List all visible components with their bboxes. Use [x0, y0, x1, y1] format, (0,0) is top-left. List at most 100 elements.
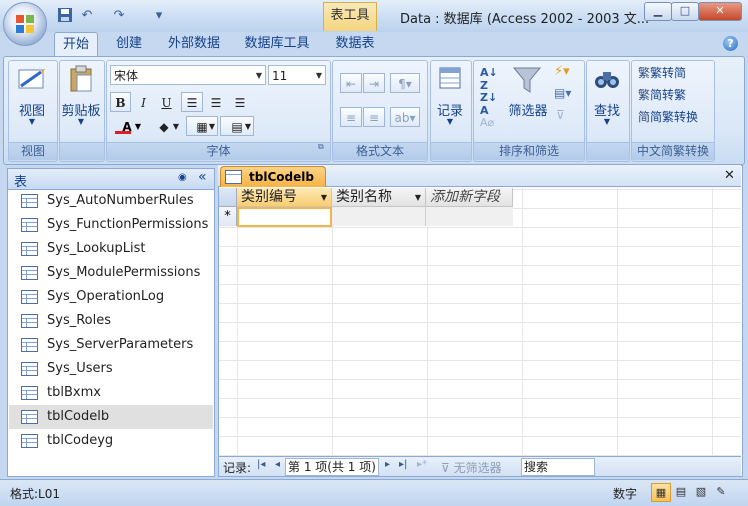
bullet-list-icon[interactable]: ≡: [363, 107, 385, 127]
nav-item-selected[interactable]: tblCodelb: [9, 405, 213, 429]
filter-status-label: 无筛选器: [453, 461, 502, 475]
nav-item[interactable]: tblBxmx: [9, 381, 213, 405]
office-button[interactable]: [4, 3, 46, 45]
decrease-indent-icon[interactable]: ⇤: [340, 73, 362, 93]
italic-button[interactable]: I: [133, 92, 154, 112]
tab-database-tools[interactable]: 数据库工具: [238, 32, 316, 56]
sort-descending-icon[interactable]: Z↓ A: [480, 91, 497, 117]
nav-item[interactable]: Sys_Roles: [9, 309, 213, 333]
document-tab[interactable]: tblCodelb: [220, 166, 326, 187]
office-logo-icon: [16, 15, 34, 33]
text-direction-icon[interactable]: ¶▾: [390, 73, 420, 93]
active-cell[interactable]: [237, 207, 332, 227]
filter-status-icon: ⊽: [441, 461, 450, 475]
align-right-icon[interactable]: ☰: [229, 92, 251, 112]
sort-ascending-icon[interactable]: A↓ Z: [480, 66, 498, 92]
previous-record-icon[interactable]: ◂: [275, 459, 280, 470]
nav-item[interactable]: Sys_LookupList: [9, 237, 213, 261]
context-tab-table-tools: 表工具: [323, 2, 377, 31]
font-color-icon[interactable]: A ▼: [110, 116, 144, 136]
chinese-convert-button[interactable]: 简简繁转换: [638, 108, 698, 125]
font-size-value: 11: [272, 69, 288, 83]
customize-qat-icon[interactable]: ▾: [150, 7, 168, 25]
view-dropdown-icon[interactable]: ▼: [8, 117, 56, 126]
last-record-icon[interactable]: ▸|: [399, 459, 407, 470]
traditional-to-simplified-label: 繁转简: [650, 66, 687, 80]
tab-datasheet[interactable]: 数据表: [328, 32, 382, 56]
tab-create[interactable]: 创建: [108, 32, 150, 56]
save-icon[interactable]: [56, 7, 74, 25]
numbered-list-icon[interactable]: ≡: [340, 107, 362, 127]
tab-home[interactable]: 开始: [54, 32, 98, 57]
nav-item[interactable]: Sys_AutoNumberRules: [9, 189, 213, 213]
nav-item[interactable]: Sys_FunctionPermissions: [9, 213, 213, 237]
status-text: 格式:L01: [10, 487, 60, 501]
table-icon: [21, 338, 38, 352]
chevron-down-icon[interactable]: ▼: [321, 188, 327, 207]
help-icon[interactable]: ?: [723, 36, 738, 51]
maximize-button[interactable]: □: [671, 2, 699, 21]
record-position-input[interactable]: 第 1 项(共 1 项): [285, 458, 379, 476]
find-dropdown-icon[interactable]: ▼: [586, 117, 628, 126]
align-center-icon[interactable]: ☰: [205, 92, 227, 112]
toggle-filter-icon[interactable]: ⊽: [556, 108, 565, 122]
nav-item[interactable]: Sys_Users: [9, 357, 213, 381]
font-size-select[interactable]: 11 ▼: [268, 65, 326, 85]
close-document-icon[interactable]: ✕: [724, 168, 735, 183]
design-view-icon[interactable]: ✎: [712, 483, 730, 500]
font-dialog-launcher-icon[interactable]: ⧉: [318, 142, 324, 152]
bold-button[interactable]: B: [110, 92, 131, 112]
new-record-selector[interactable]: *: [219, 207, 237, 226]
pivot-table-view-icon[interactable]: ▤: [672, 483, 690, 500]
nav-pane-menu-icon[interactable]: ◉: [178, 172, 187, 183]
column-header[interactable]: 类别编号 ▼: [237, 188, 332, 207]
first-record-icon[interactable]: |◂: [257, 459, 265, 470]
next-record-icon[interactable]: ▸: [385, 459, 390, 470]
close-window-button[interactable]: ✕: [698, 2, 742, 21]
nav-pane-header[interactable]: 表 ◉ «: [7, 168, 215, 190]
font-family-select[interactable]: 宋体 ▼: [110, 65, 266, 85]
underline-button[interactable]: U: [156, 92, 177, 112]
simplified-to-traditional-button[interactable]: 繁简转繁: [638, 86, 686, 103]
undo-icon[interactable]: ↶: [78, 7, 96, 25]
view-icon[interactable]: [16, 64, 48, 94]
nav-item[interactable]: Sys_ModulePermissions: [9, 261, 213, 285]
clipboard-dropdown-icon[interactable]: ▼: [59, 117, 103, 126]
nav-item[interactable]: Sys_OperationLog: [9, 285, 213, 309]
add-field-header[interactable]: 添加新字段: [426, 188, 513, 207]
chevron-down-icon[interactable]: ▼: [415, 188, 421, 207]
filter-status[interactable]: ⊽ 无筛选器: [441, 459, 502, 476]
records-icon[interactable]: [439, 66, 461, 90]
alternate-fill-icon[interactable]: ▤ ▼: [220, 116, 254, 136]
redo-icon[interactable]: ↷: [110, 7, 128, 25]
nav-item[interactable]: tblCodeyg: [9, 429, 213, 453]
paste-icon[interactable]: [67, 64, 95, 94]
align-left-icon[interactable]: ☰: [181, 92, 203, 112]
increase-indent-icon[interactable]: ⇥: [363, 73, 385, 93]
search-input[interactable]: 搜索: [521, 458, 595, 476]
advanced-filter-icon[interactable]: ▤▾: [554, 86, 571, 100]
datasheet-view-icon[interactable]: ▦: [651, 483, 671, 502]
select-all-corner[interactable]: [219, 188, 237, 207]
gridlines-icon[interactable]: ▦ ▼: [186, 116, 218, 136]
datasheet-grid[interactable]: [219, 188, 741, 456]
chevron-down-icon: ▼: [255, 71, 262, 80]
filter-icon[interactable]: [512, 66, 542, 94]
tab-external-data[interactable]: 外部数据: [162, 32, 226, 56]
clear-sort-icon[interactable]: A⌀: [480, 116, 494, 129]
traditional-to-simplified-button[interactable]: 繁繁转简: [638, 64, 686, 81]
selection-filter-icon[interactable]: ⚡▾: [554, 64, 570, 79]
records-dropdown-icon[interactable]: ▼: [430, 117, 470, 126]
new-row-cell[interactable]: [332, 207, 426, 226]
collapse-nav-icon[interactable]: «: [198, 169, 207, 185]
binoculars-icon[interactable]: [594, 66, 620, 92]
highlight-icon[interactable]: ab▾: [390, 107, 420, 127]
nav-item[interactable]: Sys_ServerParameters: [9, 333, 213, 357]
pivot-chart-view-icon[interactable]: ▧: [692, 483, 710, 500]
new-row-cell[interactable]: [426, 207, 513, 226]
fill-color-icon[interactable]: ◆ ▼: [146, 116, 182, 136]
minimize-button[interactable]: ▁: [644, 2, 672, 21]
column-header[interactable]: 类别名称 ▼: [332, 188, 426, 207]
new-record-icon[interactable]: ▸*: [417, 459, 427, 470]
filter-button-label[interactable]: 筛选器: [505, 100, 551, 119]
